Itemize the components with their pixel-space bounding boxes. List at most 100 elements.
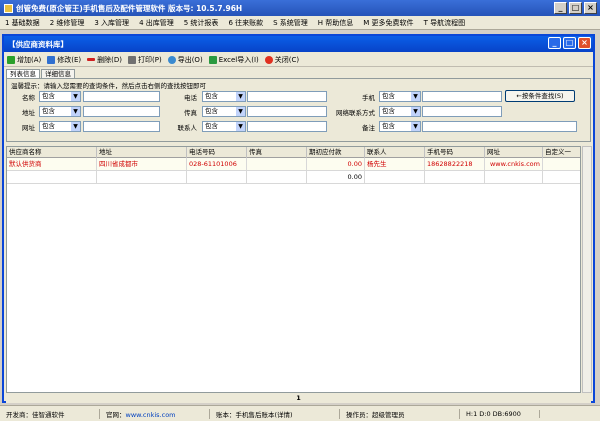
label-remark: 备注 [362,124,375,132]
menu-stock-out[interactable]: 4 出库管理 [134,18,179,28]
page-indicator: 1 [6,394,591,403]
status-operator: 操作员：超级管理员 [340,408,460,419]
col-supplier-name[interactable]: 供应商名称 [7,147,97,158]
label-phone: 电话 [184,94,197,102]
app-titlebar: 创管免费(原企管王)手机售后及配件管理软件 版本号: 10.5.7.96H _ … [0,0,600,16]
fax-input[interactable] [247,106,327,117]
cell-custom-1 [543,171,580,184]
address-op-select[interactable]: 包含 ▼ [39,106,81,117]
cell-supplier-name [7,171,97,184]
search-button[interactable]: ←按条件查找(S) [505,90,575,102]
menu-reports[interactable]: 5 统计报表 [179,18,224,28]
mobile-input[interactable] [422,91,502,102]
chevron-down-icon: ▼ [236,107,245,116]
status-website: 官网：www.cnkis.com [100,408,210,419]
col-fax[interactable]: 传真 [247,147,307,158]
print-button[interactable]: 打印(P) [128,55,162,65]
close-icon [264,55,273,64]
excel-import-button[interactable]: Excel导入(I) [208,55,259,65]
cell-website [485,171,543,184]
supplier-window: 【供应商资料库】 _ □ × 增加(A) 修改(E) 删除(D) 打印(P) 导… [2,34,595,403]
table-row[interactable]: 默认供货商 四川省成都市 028-61101006 0.00 杨先生 18628… [7,158,580,171]
menu-more-software[interactable]: M 更多免费软件 [358,18,418,28]
col-custom-1[interactable]: 自定义一 [543,147,580,158]
label-mobile: 手机 [362,94,375,102]
cell-website: www.cnkis.com [485,158,543,171]
cell-fax [247,171,307,184]
address-input[interactable] [83,106,160,117]
remark-op-select[interactable]: 包含 ▼ [379,121,421,132]
menu-system[interactable]: S 系统管理 [268,18,313,28]
chevron-down-icon: ▼ [236,122,245,131]
col-opening-payable[interactable]: 期初应付款 [307,147,365,158]
export-button[interactable]: 导出(O) [167,55,203,65]
mobile-op-select[interactable]: 包含 ▼ [379,91,421,102]
cell-phone [187,171,247,184]
status-website-link[interactable]: www.cnkis.com [126,411,176,419]
col-address[interactable]: 地址 [97,147,187,158]
menu-repair[interactable]: 2 维修管理 [45,18,90,28]
search-hint: 温馨提示：请输入您需要的查询条件，然后点击右侧的查找按钮即可 [11,82,206,90]
menu-flowchart[interactable]: T 导航流程图 [419,18,471,28]
menu-stock-in[interactable]: 3 入库管理 [89,18,134,28]
cell-phone: 028-61101006 [187,158,247,171]
name-input[interactable] [83,91,160,102]
minimize-button[interactable]: _ [554,2,567,14]
chevron-down-icon: ▼ [236,92,245,101]
edit-button[interactable]: 修改(E) [47,55,81,65]
label-network-contact: 网络联系方式 [336,109,375,117]
network-op-select[interactable]: 包含 ▼ [379,106,421,117]
col-website[interactable]: 网址 [485,147,543,158]
cell-mobile: 18628822218 [425,158,485,171]
chevron-down-icon: ▼ [71,122,80,131]
chevron-down-icon: ▼ [411,122,420,131]
tab-list[interactable]: 列表信息 [6,69,40,78]
col-mobile[interactable]: 手机号码 [425,147,485,158]
cell-address: 四川省成都市 [97,158,187,171]
search-panel: 温馨提示：请输入您需要的查询条件，然后点击右侧的查找按钮即可 名称 包含 ▼ 电话… [6,78,591,142]
app-icon [4,3,13,13]
phone-op-select[interactable]: 包含 ▼ [202,91,246,102]
window-maximize-button[interactable]: □ [563,37,576,49]
tab-detail[interactable]: 详细信息 [41,69,75,78]
chevron-down-icon: ▼ [411,107,420,116]
status-developer: 开发商：佳智通软件 [0,408,100,419]
website-op-select[interactable]: 包含 ▼ [39,121,81,132]
menubar: 1 基础数据 2 维修管理 3 入库管理 4 出库管理 5 统计报表 6 往来账… [0,16,600,30]
close-button[interactable]: × [584,2,597,14]
toolbar: 增加(A) 修改(E) 删除(D) 打印(P) 导出(O) Excel导入(I)… [4,53,593,67]
website-input[interactable] [83,121,160,132]
export-icon [167,55,176,64]
menu-basic-data[interactable]: 1 基础数据 [0,18,45,28]
phone-input[interactable] [247,91,327,102]
plus-icon [7,55,15,64]
window-close-button[interactable]: × [578,37,591,49]
window-minimize-button[interactable]: _ [548,37,561,49]
chevron-down-icon: ▼ [411,92,420,101]
printer-icon [128,55,137,64]
cell-mobile [425,171,485,184]
remark-input[interactable] [422,121,577,132]
cell-contact: 杨先生 [365,158,425,171]
fax-op-select[interactable]: 包含 ▼ [202,106,246,117]
chevron-down-icon: ▼ [71,92,80,101]
close-window-button[interactable]: 关闭(C) [264,55,299,65]
table-row[interactable]: 0.00 [7,171,580,184]
grid-vertical-scrollbar[interactable] [582,146,592,393]
menu-accounts[interactable]: 6 往来账款 [223,18,268,28]
cell-contact [365,171,425,184]
add-button[interactable]: 增加(A) [7,55,41,65]
maximize-button[interactable]: □ [569,2,582,14]
network-input[interactable] [422,106,502,117]
delete-button[interactable]: 删除(D) [87,55,122,65]
contact-op-select[interactable]: 包含 ▼ [202,121,246,132]
cell-fax [247,158,307,171]
col-contact[interactable]: 联系人 [365,147,425,158]
status-account: 账本：手机售后账本(详情) [210,408,340,419]
col-phone[interactable]: 电话号码 [187,147,247,158]
cell-opening-payable: 0.00 [307,171,365,184]
window-title: 【供应商资料库】 [8,39,68,49]
name-op-select[interactable]: 包含 ▼ [39,91,81,102]
contact-input[interactable] [247,121,327,132]
menu-help[interactable]: H 帮助信息 [313,18,359,28]
